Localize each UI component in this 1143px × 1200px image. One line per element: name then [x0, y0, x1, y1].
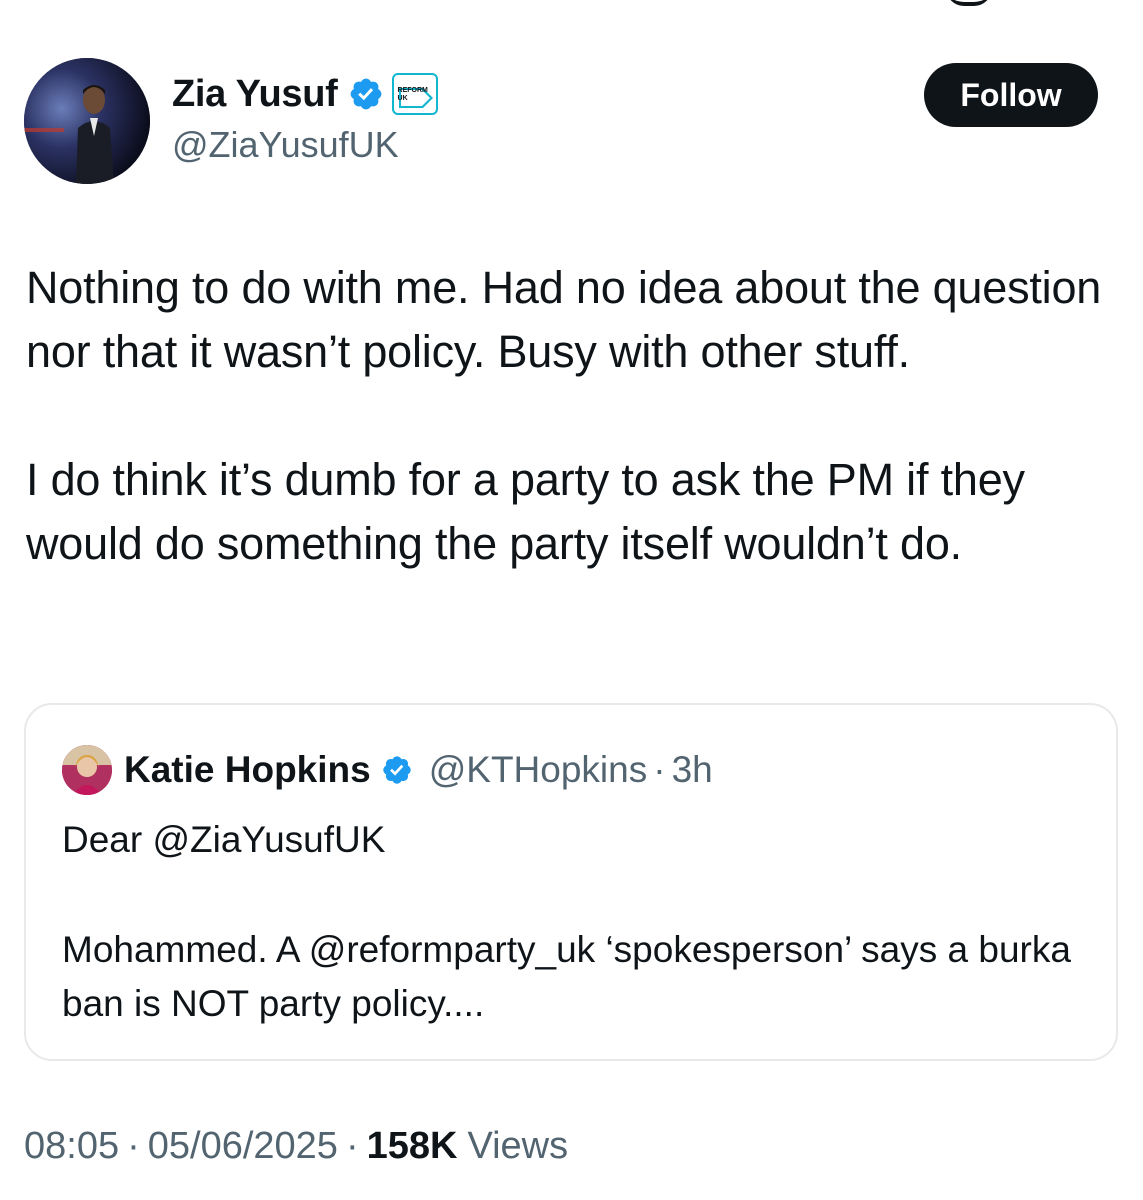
- separator-dot: ·: [127, 1125, 140, 1167]
- tweet-paragraph: I do think it’s dumb for a party to ask …: [26, 454, 1025, 569]
- views-count: 158K: [366, 1125, 458, 1167]
- verified-check-icon[interactable]: [348, 76, 384, 112]
- tweet-time[interactable]: 08:05: [24, 1125, 119, 1168]
- views-label: Views: [467, 1125, 569, 1167]
- quoted-tweet-header: Katie Hopkins @KTHopkins · 3h: [62, 745, 713, 795]
- separator-dot: ·: [653, 749, 666, 790]
- tweet-meta: 08:05 · 05/06/2025 · 158K Views: [24, 1125, 568, 1168]
- grok-icon-fragment[interactable]: [946, 0, 992, 6]
- affiliate-text: REFORM UK: [397, 87, 428, 102]
- author-avatar[interactable]: [24, 58, 150, 184]
- author-name-row: Zia Yusuf REFORM UK: [172, 70, 438, 118]
- quoted-author-avatar: [62, 745, 112, 795]
- quoted-author-handle: @KTHopkins: [428, 749, 648, 790]
- author-handle[interactable]: @ZiaYusufUK: [172, 124, 399, 166]
- verified-check-icon: [383, 756, 411, 784]
- quoted-tweet-card[interactable]: Katie Hopkins @KTHopkins · 3h Dear @ZiaY…: [24, 703, 1118, 1061]
- tweet-date[interactable]: 05/06/2025: [148, 1125, 338, 1168]
- tweet-text: Nothing to do with me. Had no idea about…: [26, 256, 1126, 576]
- tweet-paragraph: Nothing to do with me. Had no idea about…: [26, 262, 1102, 377]
- separator-dot: ·: [345, 1125, 359, 1167]
- quoted-author-name: Katie Hopkins: [124, 749, 371, 790]
- quoted-tweet-text: Dear @ZiaYusufUK Mohammed. A @reformpart…: [62, 813, 1102, 1031]
- quoted-paragraph: Dear @ZiaYusufUK: [62, 819, 386, 860]
- top-cropped-header: [0, 0, 1143, 6]
- quoted-paragraph: Mohammed. A @reformparty_uk ‘spokesperso…: [62, 929, 1071, 1024]
- reform-uk-affiliate-icon[interactable]: REFORM UK: [391, 73, 438, 115]
- quoted-tweet-time: 3h: [671, 749, 713, 790]
- author-display-name[interactable]: Zia Yusuf: [172, 73, 338, 116]
- follow-button[interactable]: Follow: [924, 63, 1098, 127]
